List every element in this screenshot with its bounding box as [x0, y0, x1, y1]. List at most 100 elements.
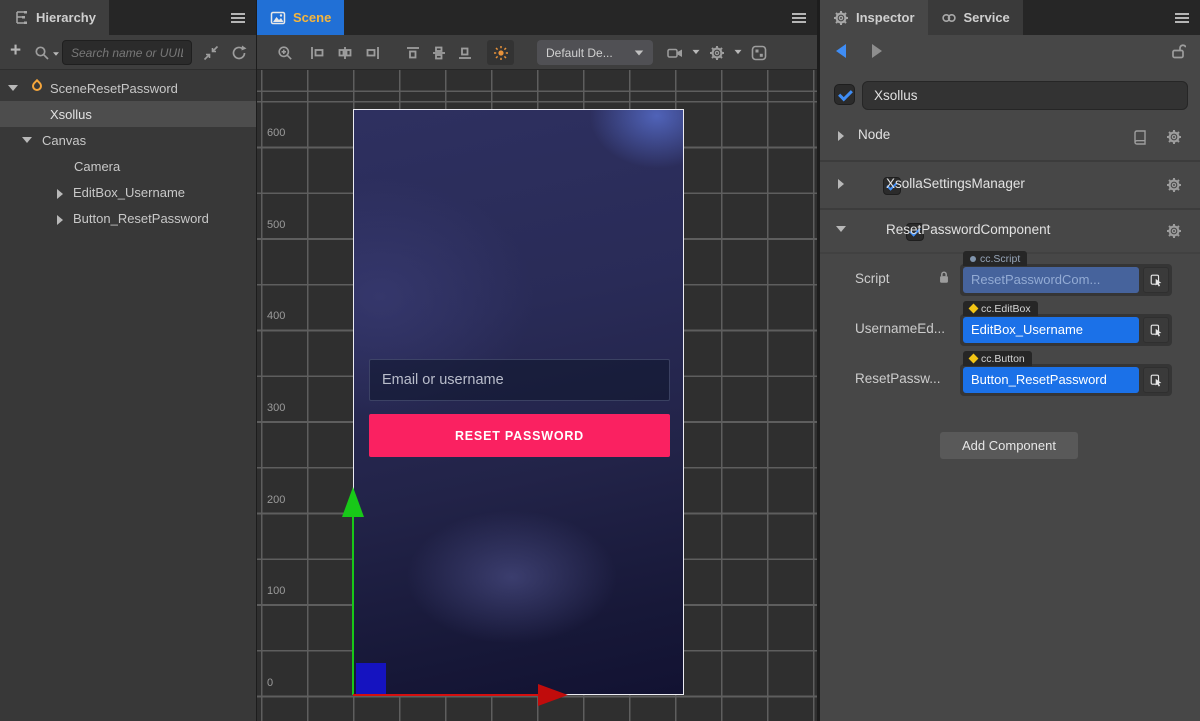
- tree-item-xsollus[interactable]: Xsollus: [0, 101, 256, 127]
- book-icon[interactable]: [1132, 128, 1148, 146]
- gear-icon[interactable]: [1166, 222, 1182, 240]
- align-bottom-icon[interactable]: [457, 44, 473, 62]
- caret-down-icon[interactable]: [836, 226, 846, 232]
- scene-toolbar: Default De...: [257, 35, 817, 70]
- camera-view-button[interactable]: [667, 44, 683, 62]
- type-tag: cc.EditBox: [963, 301, 1038, 316]
- username-editbox-reference-field[interactable]: EditBox_Username: [963, 317, 1139, 343]
- align-top-icon[interactable]: [405, 44, 421, 62]
- align-right-icon[interactable]: [365, 44, 381, 62]
- chevron-down-icon[interactable]: [735, 50, 742, 54]
- caret-right-icon[interactable]: [57, 189, 63, 199]
- gizmo-light-toggle[interactable]: [487, 40, 514, 65]
- tree-item-label: Xsollus: [50, 107, 92, 122]
- node-active-checkbox[interactable]: [834, 84, 855, 105]
- gizmo-origin-handle[interactable]: [356, 663, 386, 694]
- caret-right-icon[interactable]: [838, 179, 844, 189]
- gizmo-x-axis[interactable]: [353, 694, 539, 696]
- tree-item-editbox-username[interactable]: EditBox_Username: [0, 179, 256, 205]
- reset-button-reference-field[interactable]: Button_ResetPassword: [963, 367, 1139, 393]
- tree-item-label: Canvas: [42, 133, 86, 148]
- gear-icon[interactable]: [1166, 128, 1182, 146]
- tree-item-button-resetpassword[interactable]: Button_ResetPassword: [0, 205, 256, 231]
- zoom-icon[interactable]: [277, 44, 293, 62]
- reference-pick-button[interactable]: [1143, 267, 1169, 293]
- search-input[interactable]: [62, 40, 192, 65]
- create-node-button[interactable]: +: [10, 43, 21, 59]
- property-label: UsernameEd...: [855, 321, 945, 336]
- script-reference-field[interactable]: ResetPasswordCom...: [963, 267, 1139, 293]
- link-icon: [941, 10, 957, 26]
- scene-image-icon: [270, 10, 286, 26]
- gear-icon: [833, 10, 849, 26]
- align-vertical-center-icon[interactable]: [431, 44, 447, 62]
- scene-menu-icon[interactable]: [781, 0, 817, 35]
- editbox-type-diamond-icon: [969, 304, 979, 314]
- tree-item-label: Camera: [74, 159, 120, 174]
- caret-down-icon[interactable]: [22, 137, 32, 143]
- gear-icon[interactable]: [1166, 176, 1182, 194]
- caret-right-icon[interactable]: [838, 131, 844, 141]
- inspector-panel: Inspector Service Node XsollaSettingsMan…: [818, 0, 1200, 721]
- email-username-field[interactable]: [369, 359, 670, 401]
- chevron-down-icon[interactable]: [693, 50, 700, 54]
- hierarchy-menu-icon[interactable]: [220, 0, 256, 35]
- tab-inspector[interactable]: Inspector: [820, 0, 928, 35]
- username-editbox-reference-group: cc.EditBox EditBox_Username: [960, 314, 1172, 346]
- tab-service[interactable]: Service: [928, 0, 1023, 35]
- tree-item-scene-root[interactable]: SceneResetPassword: [0, 75, 256, 101]
- hierarchy-tab-spacer: [109, 0, 220, 35]
- device-resolution-dropdown[interactable]: Default De...: [537, 40, 653, 65]
- refresh-icon[interactable]: [231, 44, 247, 62]
- gizmo-x-arrow-icon[interactable]: [538, 684, 568, 706]
- history-forward-icon[interactable]: [872, 44, 882, 58]
- tab-scene[interactable]: Scene: [257, 0, 344, 35]
- script-reference-group: cc.Script ResetPasswordCom...: [960, 264, 1172, 296]
- scene-settings-button[interactable]: [709, 44, 725, 62]
- hamburger-icon: [792, 12, 806, 24]
- node-name-input[interactable]: [862, 81, 1188, 110]
- hierarchy-toolbar: +: [0, 35, 256, 70]
- reference-pick-button[interactable]: [1143, 317, 1169, 343]
- scene-tab-strip: Scene: [257, 0, 817, 35]
- reset-password-button[interactable]: RESET PASSWORD: [369, 414, 670, 457]
- tree-item-label: EditBox_Username: [73, 185, 185, 200]
- search-icon: [34, 45, 50, 61]
- component-header-label: ResetPasswordComponent: [886, 222, 1050, 237]
- lock-icon: [937, 268, 951, 286]
- caret-down-icon[interactable]: [8, 85, 18, 91]
- hierarchy-tab-label: Hierarchy: [36, 10, 96, 25]
- reference-pick-button[interactable]: [1143, 367, 1169, 393]
- align-left-icon[interactable]: [309, 44, 325, 62]
- align-horizontal-center-icon[interactable]: [337, 44, 353, 62]
- hamburger-icon: [231, 12, 245, 24]
- tree-item-camera[interactable]: Camera: [0, 153, 256, 179]
- inspector-menu-icon[interactable]: [1164, 0, 1200, 35]
- divider: [820, 160, 1200, 162]
- inspector-tab-strip: Inspector Service: [820, 0, 1200, 35]
- unlock-icon[interactable]: [1170, 42, 1186, 60]
- collapse-all-icon[interactable]: [203, 44, 219, 62]
- history-back-icon[interactable]: [836, 44, 846, 58]
- type-tag: cc.Script: [963, 251, 1027, 266]
- device-resolution-value: Default De...: [546, 46, 628, 60]
- tree-item-label: Button_ResetPassword: [73, 211, 209, 226]
- script-type-dot-icon: [970, 256, 976, 262]
- type-tag: cc.Button: [963, 351, 1032, 366]
- gizmo-y-axis[interactable]: [352, 516, 354, 695]
- add-component-button[interactable]: Add Component: [940, 432, 1078, 459]
- scene-tab-spacer: [344, 0, 781, 35]
- service-tab-label: Service: [964, 10, 1010, 25]
- gizmo-y-arrow-icon[interactable]: [342, 487, 364, 517]
- tab-hierarchy[interactable]: Hierarchy: [0, 0, 109, 35]
- design-canvas-preview[interactable]: RESET PASSWORD: [353, 109, 684, 695]
- search-filter-button[interactable]: [34, 44, 61, 62]
- tree-item-canvas[interactable]: Canvas: [0, 127, 256, 153]
- scene-viewport[interactable]: 600 500 400 300 200 100 0 RESET PASSWORD: [257, 70, 817, 721]
- ruler-label: 100: [267, 585, 285, 597]
- caret-right-icon[interactable]: [57, 215, 63, 225]
- hierarchy-tab-strip: Hierarchy: [0, 0, 256, 35]
- snap-grid-button[interactable]: [751, 44, 767, 62]
- scene-flame-icon: [30, 79, 44, 93]
- inspector-tab-label: Inspector: [856, 10, 915, 25]
